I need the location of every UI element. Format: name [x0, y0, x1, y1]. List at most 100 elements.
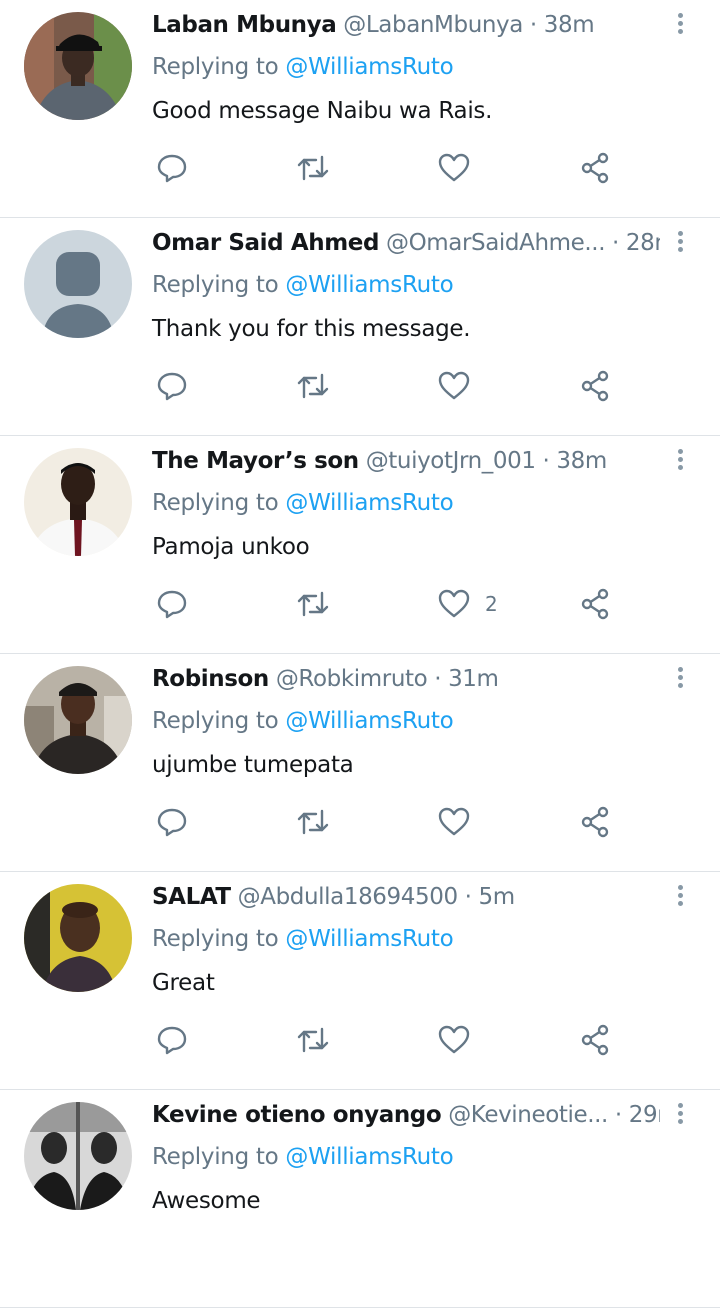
tweet-text: Great [152, 970, 215, 996]
timestamp[interactable]: 31m [448, 666, 499, 692]
like-button[interactable] [437, 1022, 485, 1058]
more-vertical-icon[interactable] [670, 882, 690, 914]
share-button[interactable] [578, 1022, 612, 1058]
tweet[interactable]: Laban Mbunya @LabanMbunya · 38m Replying… [0, 0, 720, 218]
replying-handle-link[interactable]: @WilliamsRuto [285, 708, 453, 734]
retweet-button[interactable] [296, 368, 330, 404]
share-button[interactable] [578, 586, 612, 622]
like-button[interactable] [437, 368, 485, 404]
like-button[interactable]: 2 [437, 586, 498, 622]
heart-icon [438, 807, 470, 836]
separator: · [464, 884, 472, 910]
share-button[interactable] [578, 150, 612, 186]
avatar[interactable] [24, 1102, 132, 1210]
replying-label: Replying to [152, 1144, 279, 1170]
reply-icon [157, 808, 187, 837]
username[interactable]: @OmarSaidAhme... [386, 230, 606, 256]
more-vertical-icon[interactable] [670, 446, 690, 478]
separator: · [542, 448, 550, 474]
action-bar [0, 140, 720, 194]
like-button[interactable] [437, 804, 485, 840]
retweet-button[interactable] [296, 150, 330, 186]
like-count: 2 [485, 592, 498, 616]
tweet-text: Pamoja unkoo [152, 534, 310, 560]
username[interactable]: @Abdulla18694500 [238, 884, 458, 910]
username[interactable]: @Robkimruto [276, 666, 428, 692]
avatar[interactable] [24, 12, 132, 120]
retweet-icon [297, 809, 329, 835]
separator: · [612, 230, 619, 256]
heart-icon [438, 153, 470, 182]
username[interactable]: @tuiyotJrn_001 [366, 448, 536, 474]
avatar[interactable] [24, 666, 132, 774]
retweet-button[interactable] [296, 804, 330, 840]
share-button[interactable] [578, 804, 612, 840]
reply-button[interactable] [155, 368, 189, 404]
reply-button[interactable] [155, 1022, 189, 1058]
replying-handle-link[interactable]: @WilliamsRuto [285, 1144, 453, 1170]
tweet[interactable]: Omar Said Ahmed @OmarSaidAhme... · 28m R… [0, 218, 720, 436]
tweet-header: Omar Said Ahmed @OmarSaidAhme... · 28m [152, 226, 660, 260]
replying-handle-link[interactable]: @WilliamsRuto [285, 272, 453, 298]
replying-to: Replying to @WilliamsRuto [152, 268, 454, 302]
share-icon [581, 588, 609, 620]
reply-icon [157, 154, 187, 183]
replying-label: Replying to [152, 708, 279, 734]
display-name[interactable]: SALAT [152, 884, 231, 910]
tweet[interactable]: The Mayor’s son @tuiyotJrn_001 · 38m Rep… [0, 436, 720, 654]
replying-label: Replying to [152, 54, 279, 80]
tweet[interactable]: SALAT @Abdulla18694500 · 5m Replying to … [0, 872, 720, 1090]
replying-to: Replying to @WilliamsRuto [152, 486, 454, 520]
avatar[interactable] [24, 884, 132, 992]
timestamp[interactable]: 29m [629, 1102, 660, 1128]
tweet[interactable]: Kevine otieno onyango @Kevineotie... · 2… [0, 1090, 720, 1308]
more-vertical-icon[interactable] [670, 10, 690, 42]
more-vertical-icon[interactable] [670, 228, 690, 260]
like-button[interactable] [437, 150, 485, 186]
retweet-icon [297, 155, 329, 181]
action-bar [0, 358, 720, 412]
heart-icon [438, 371, 470, 400]
retweet-button[interactable] [296, 1022, 330, 1058]
display-name[interactable]: Laban Mbunya [152, 12, 337, 38]
replying-handle-link[interactable]: @WilliamsRuto [285, 926, 453, 952]
more-vertical-icon[interactable] [670, 1100, 690, 1132]
display-name[interactable]: Robinson [152, 666, 269, 692]
tweet[interactable]: Robinson @Robkimruto · 31m Replying to @… [0, 654, 720, 872]
replying-label: Replying to [152, 926, 279, 952]
reply-feed: Laban Mbunya @LabanMbunya · 38m Replying… [0, 0, 720, 1308]
display-name[interactable]: Omar Said Ahmed [152, 230, 379, 256]
reply-icon [157, 372, 187, 401]
reply-button[interactable] [155, 804, 189, 840]
username[interactable]: @Kevineotie... [448, 1102, 608, 1128]
retweet-icon [297, 1027, 329, 1053]
avatar[interactable] [24, 448, 132, 556]
replying-handle-link[interactable]: @WilliamsRuto [285, 54, 453, 80]
reply-button[interactable] [155, 150, 189, 186]
tweet-header: The Mayor’s son @tuiyotJrn_001 · 38m [152, 444, 660, 478]
reply-button[interactable] [155, 586, 189, 622]
tweet-header: Robinson @Robkimruto · 31m [152, 662, 660, 696]
retweet-button[interactable] [296, 586, 330, 622]
display-name[interactable]: Kevine otieno onyango [152, 1102, 442, 1128]
more-vertical-icon[interactable] [670, 664, 690, 696]
replying-label: Replying to [152, 490, 279, 516]
display-name[interactable]: The Mayor’s son [152, 448, 359, 474]
replying-to: Replying to @WilliamsRuto [152, 704, 454, 738]
tweet-header: SALAT @Abdulla18694500 · 5m [152, 880, 660, 914]
timestamp[interactable]: 5m [478, 884, 515, 910]
action-bar [0, 1012, 720, 1066]
replying-handle-link[interactable]: @WilliamsRuto [285, 490, 453, 516]
default-avatar[interactable] [24, 230, 132, 338]
timestamp[interactable]: 38m [544, 12, 595, 38]
share-icon [581, 1024, 609, 1056]
share-icon [581, 806, 609, 838]
retweet-icon [297, 373, 329, 399]
reply-icon [157, 1026, 187, 1055]
share-button[interactable] [578, 368, 612, 404]
replying-to: Replying to @WilliamsRuto [152, 1140, 454, 1174]
timestamp[interactable]: 28m [626, 230, 660, 256]
share-icon [581, 152, 609, 184]
timestamp[interactable]: 38m [556, 448, 607, 474]
username[interactable]: @LabanMbunya [343, 12, 523, 38]
